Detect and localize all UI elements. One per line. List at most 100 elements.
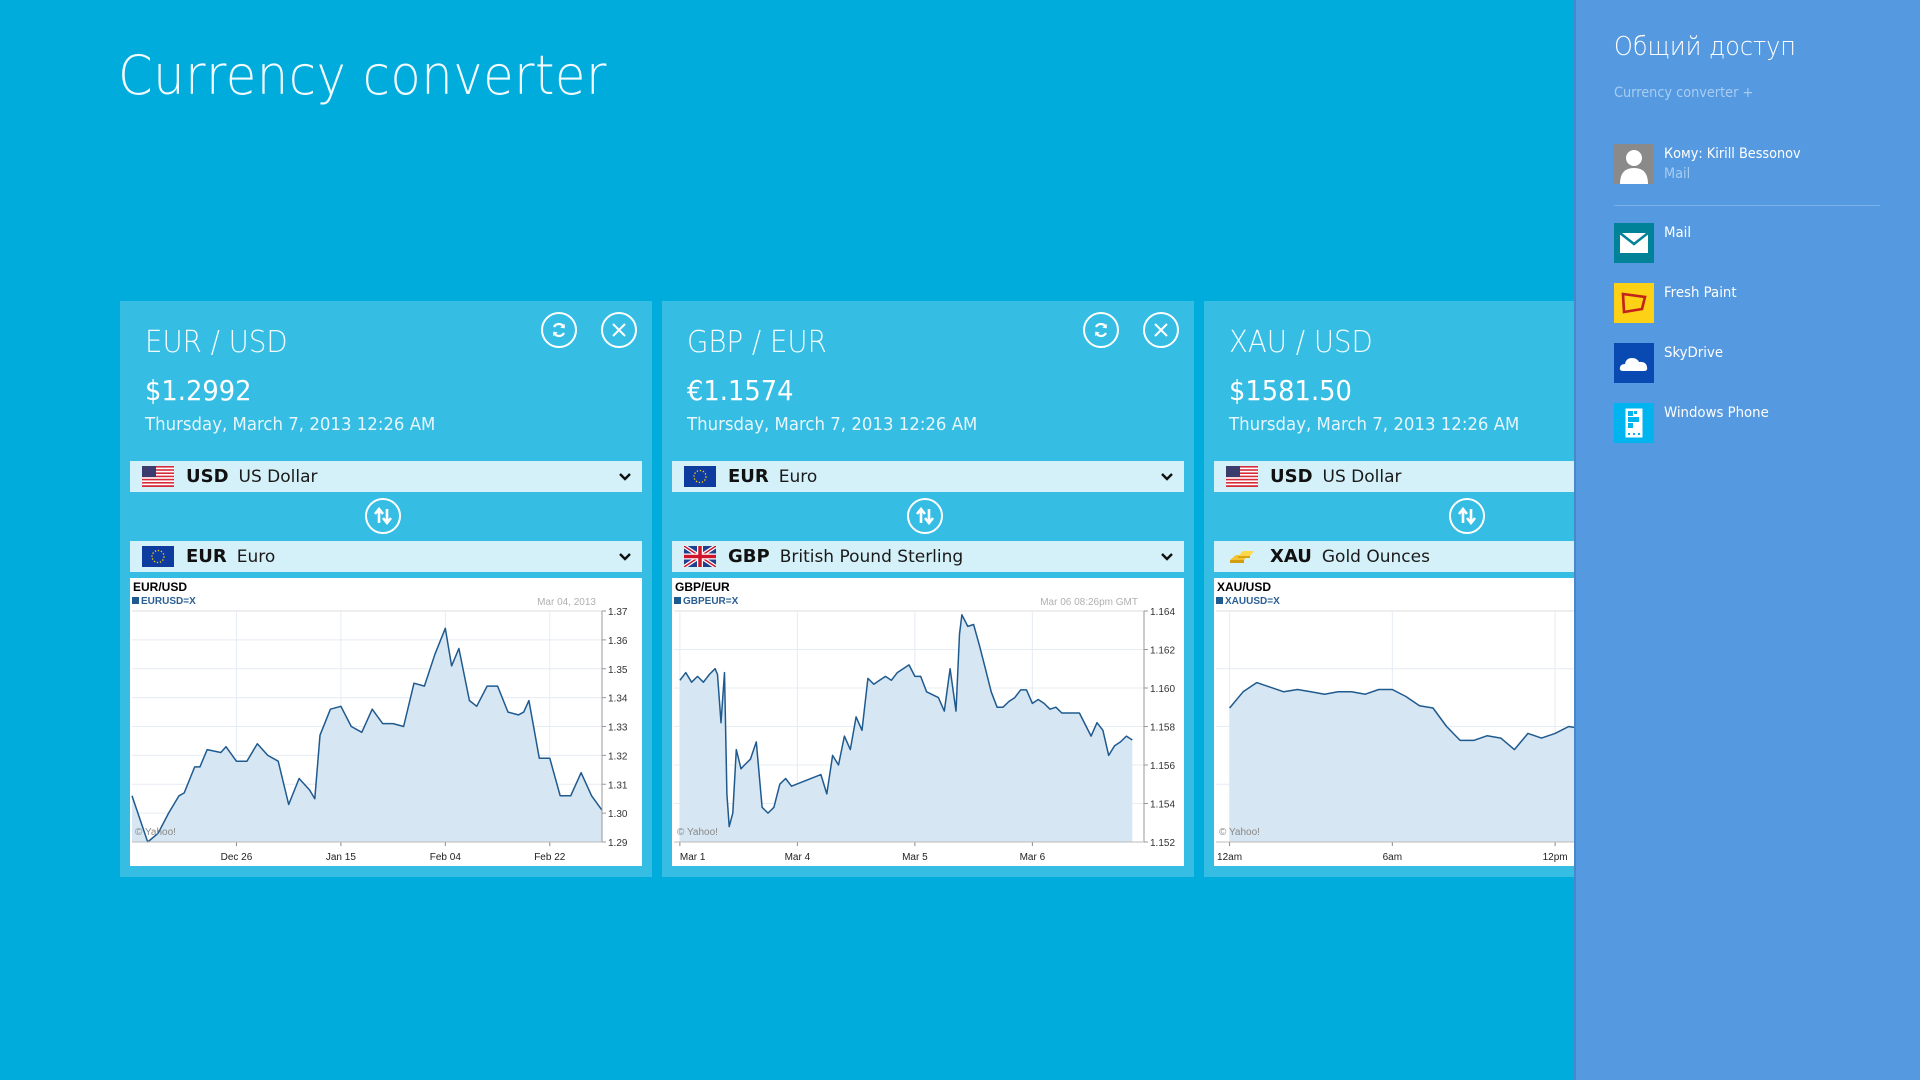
- chart-timestamp: Mar 06 08:26pm GMT: [1040, 597, 1138, 608]
- legend-label: GBPEUR=X: [683, 596, 739, 607]
- mail-icon: [1614, 223, 1654, 263]
- share-app-windows-phone[interactable]: Windows Phone: [1614, 403, 1884, 445]
- divider: [1614, 205, 1880, 206]
- y-tick-label: 1.31: [608, 780, 628, 791]
- legend-label: XAUUSD=X: [1225, 596, 1280, 607]
- app-label: Windows Phone: [1664, 405, 1769, 421]
- currency-name: Euro: [778, 466, 818, 487]
- swap-currencies-button[interactable]: [907, 498, 943, 534]
- app-title: Currency converter: [118, 44, 607, 107]
- chevron-down-icon: [1160, 469, 1174, 488]
- converter-card-gbp-eur: GBP / EUR €1.1574 Thursday, March 7, 201…: [662, 301, 1194, 877]
- refresh-button[interactable]: [1083, 312, 1119, 348]
- eu-flag-icon: [684, 466, 716, 487]
- rate-chart: GBP/EUR GBPEUR=X Mar 06 08:26pm GMT Mar 1 Ma…: [672, 578, 1184, 866]
- close-icon: [1153, 322, 1169, 338]
- x-tick-label: Dec 26: [221, 852, 253, 863]
- y-tick-label: 1.164: [1150, 607, 1175, 618]
- x-tick-label: Feb 22: [534, 852, 566, 863]
- y-tick-label: 1.158: [1150, 723, 1175, 734]
- converter-card-eur-usd: EUR / USD $1.2992 Thursday, March 7, 201…: [120, 301, 652, 877]
- refresh-icon: [1092, 321, 1110, 339]
- y-tick-label: 1.34: [608, 694, 628, 705]
- close-button[interactable]: [601, 312, 637, 348]
- to-currency-select[interactable]: GBP British Pound Sterling: [672, 541, 1184, 572]
- contact-via: Mail: [1664, 166, 1691, 182]
- chevron-down-icon: [1160, 549, 1174, 568]
- exchange-rate: €1.1574: [687, 374, 794, 407]
- uk-flag-icon: [682, 544, 718, 569]
- legend-swatch: [1216, 597, 1223, 604]
- y-tick-label: 1.33: [608, 723, 628, 734]
- share-app-mail[interactable]: Mail: [1614, 223, 1884, 265]
- fresh-paint-icon: [1614, 283, 1654, 323]
- share-app-fresh-paint[interactable]: Fresh Paint: [1614, 283, 1884, 325]
- currency-pair: XAU / USD: [1229, 325, 1373, 360]
- y-tick-label: 1.37: [608, 607, 628, 618]
- chart-area: [132, 628, 602, 842]
- currency-code: GBP: [728, 546, 770, 567]
- chart-credit: © Yahoo!: [135, 827, 176, 838]
- rate-timestamp: Thursday, March 7, 2013 12:26 AM: [145, 414, 436, 435]
- chart-title: GBP/EUR: [675, 580, 730, 594]
- gold-bars-icon: [1226, 546, 1258, 567]
- currency-name: Euro: [236, 546, 276, 567]
- y-tick-label: 1.154: [1150, 800, 1175, 811]
- from-currency-select[interactable]: USD US Dollar: [130, 461, 642, 492]
- share-contact[interactable]: Кому: Kirill Bessonov Mail: [1614, 144, 1884, 186]
- x-tick-label: Feb 04: [430, 852, 462, 863]
- chevron-down-icon: [618, 469, 632, 488]
- us-flag-icon: [1226, 466, 1258, 487]
- currency-code: EUR: [186, 546, 227, 567]
- refresh-icon: [550, 321, 568, 339]
- share-app-skydrive[interactable]: SkyDrive: [1614, 343, 1884, 385]
- currency-name: Gold Ounces: [1321, 546, 1430, 567]
- y-tick-label: 1.160: [1150, 684, 1175, 695]
- chart-svg: GBP/EUR GBPEUR=X Mar 06 08:26pm GMT Mar 1 Ma…: [674, 580, 1175, 863]
- contact-name: Кому: Kirill Bessonov: [1664, 146, 1801, 162]
- chart-area: [679, 614, 1133, 842]
- y-tick-label: 1.162: [1150, 646, 1175, 657]
- x-tick-label: Jan 15: [326, 852, 356, 863]
- refresh-button[interactable]: [541, 312, 577, 348]
- us-flag-icon: [142, 466, 174, 487]
- swap-currencies-button[interactable]: [1449, 498, 1485, 534]
- x-tick-label: 12pm: [1543, 852, 1568, 863]
- chart-title: XAU/USD: [1217, 580, 1271, 594]
- windows-phone-icon: [1614, 403, 1654, 443]
- to-currency-select[interactable]: EUR Euro: [130, 541, 642, 572]
- chart-svg: EUR/USD EURUSD=X Mar 04, 2013 Dec 26 Jan 15 F…: [131, 580, 628, 863]
- x-tick-label: 12am: [1217, 852, 1242, 863]
- swap-arrows-icon: [915, 507, 935, 525]
- chart-credit: © Yahoo!: [677, 827, 718, 838]
- y-tick-label: 1.36: [608, 636, 628, 647]
- legend-swatch: [674, 597, 681, 604]
- x-tick-label: Mar 1: [680, 852, 706, 863]
- close-button[interactable]: [1143, 312, 1179, 348]
- from-currency-select[interactable]: EUR Euro: [672, 461, 1184, 492]
- y-tick-label: 1.156: [1150, 761, 1175, 772]
- rate-chart: EUR/USD EURUSD=X Mar 04, 2013 Dec 26 Jan 15 F…: [130, 578, 642, 866]
- chevron-down-icon: [618, 549, 632, 568]
- close-icon: [611, 322, 627, 338]
- y-tick-label: 1.29: [608, 838, 628, 849]
- currency-name: US Dollar: [238, 466, 318, 487]
- chart-timestamp: Mar 04, 2013: [537, 597, 596, 608]
- avatar: [1614, 144, 1654, 184]
- currency-code: USD: [1270, 466, 1313, 487]
- x-tick-label: Mar 6: [1020, 852, 1046, 863]
- exchange-rate: $1581.50: [1229, 374, 1352, 407]
- x-tick-label: Mar 5: [902, 852, 928, 863]
- app-label: SkyDrive: [1664, 345, 1724, 361]
- y-tick-label: 1.30: [608, 809, 628, 820]
- app-label: Fresh Paint: [1664, 285, 1737, 301]
- legend-label: EURUSD=X: [141, 596, 196, 607]
- swap-arrows-icon: [373, 507, 393, 525]
- swap-currencies-button[interactable]: [365, 498, 401, 534]
- exchange-rate: $1.2992: [145, 374, 252, 407]
- chart-credit: © Yahoo!: [1219, 827, 1260, 838]
- x-tick-label: 6am: [1383, 852, 1402, 863]
- share-subtitle: Currency converter +: [1614, 85, 1754, 101]
- rate-timestamp: Thursday, March 7, 2013 12:26 AM: [687, 414, 978, 435]
- currency-code: USD: [186, 466, 229, 487]
